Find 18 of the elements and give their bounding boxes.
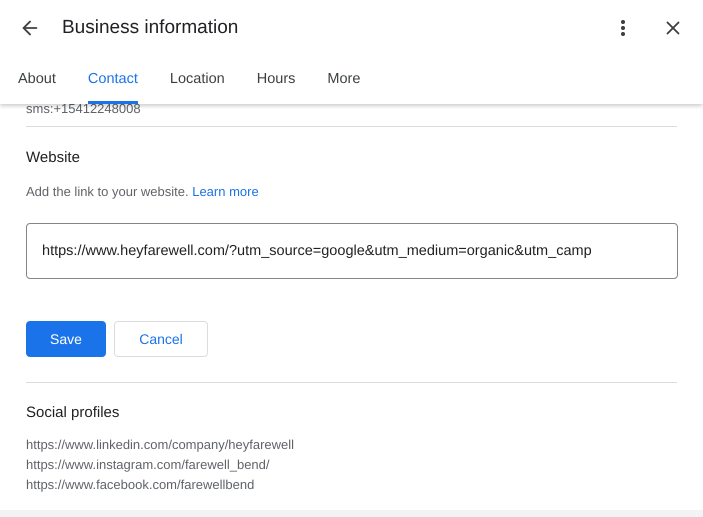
social-profile-url: https://www.linkedin.com/company/heyfarewell <box>26 436 296 454</box>
tab[interactable]: Hours <box>256 56 296 104</box>
cancel-button[interactable]: Cancel <box>114 321 208 357</box>
dialog-title: Business information <box>62 16 238 40</box>
tab[interactable]: Location <box>170 56 225 104</box>
website-field[interactable]: https://www.heyfarewell.com/?utm_source=google&utm_medium=organic&utm_camp <box>26 223 678 279</box>
phone-value: sms:+15412248008 <box>26 101 142 116</box>
section-heading: Website <box>26 148 81 168</box>
tab[interactable]: More <box>327 56 360 104</box>
save-button[interactable]: Save <box>26 321 106 357</box>
social-profile-url: https://www.instagram.com/farewell_bend/ <box>26 456 270 474</box>
tab[interactable]: Contact <box>88 56 138 104</box>
website-description: Add the link to your website. Learn more <box>26 182 260 201</box>
more-options-icon <box>621 20 625 36</box>
section-heading: Social profiles <box>26 403 120 423</box>
tab[interactable]: About <box>18 56 56 104</box>
social-profile-url: https://www.facebook.com/farewellbend <box>26 476 256 494</box>
learn-more-link[interactable]: Learn more <box>192 184 259 198</box>
